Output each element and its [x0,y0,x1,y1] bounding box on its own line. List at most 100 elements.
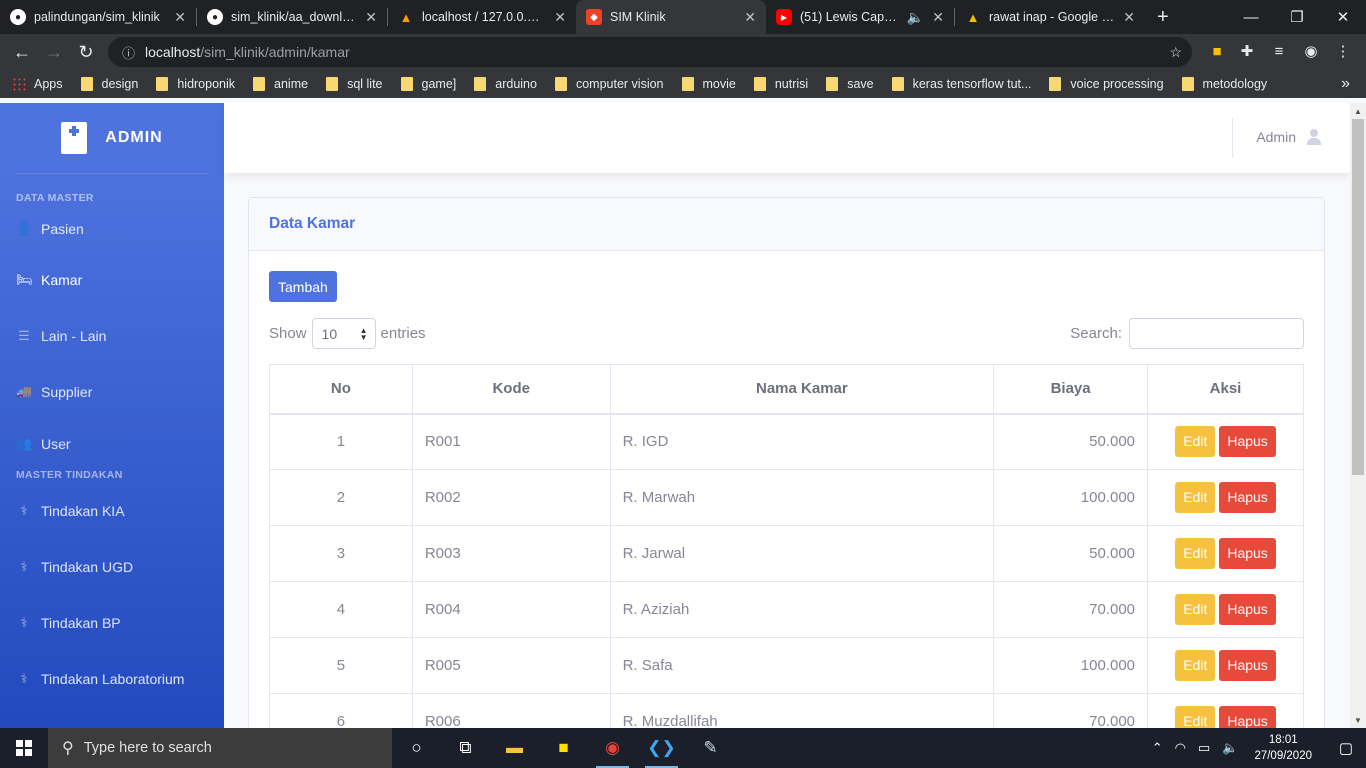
sidebar-item-user[interactable]: 👥 User [0,420,224,468]
hapus-button[interactable]: Hapus [1219,426,1276,458]
column-header-kode[interactable]: Kode [411,364,611,415]
edit-button[interactable]: Edit [1175,426,1216,458]
browser-tab[interactable]: ● palindungan/sim_klinik ✕ [0,0,196,34]
close-tab-icon[interactable]: ✕ [744,9,756,26]
clock-time: 18:01 [1268,734,1298,746]
bookmark-folder[interactable]: nutrisi [753,77,808,91]
bookmark-folder[interactable]: metodology [1181,77,1267,91]
menu-icon[interactable]: ⋮ [1328,36,1358,66]
bookmark-folder[interactable]: movie [681,77,736,91]
volume-icon[interactable]: 🔈 [1222,740,1238,756]
task-view-icon[interactable]: ⧉ [441,728,490,768]
folder-icon [753,77,766,91]
scrollbar-thumb[interactable] [1352,119,1364,475]
hapus-button[interactable]: Hapus [1219,538,1276,569]
bookmark-apps[interactable]: Apps [12,77,63,91]
hapus-button[interactable]: Hapus [1219,594,1276,625]
close-tab-icon[interactable]: ✕ [365,9,377,26]
forward-icon[interactable]: → [38,36,70,68]
hapus-button[interactable]: Hapus [1219,650,1276,681]
entries-select[interactable]: 10 ▲ ▼ [311,318,376,349]
page-scrollbar[interactable]: ▲ ▼ [1350,103,1366,728]
back-icon[interactable]: ← [6,36,38,68]
bookmark-star-icon[interactable]: ☆ [1169,44,1182,61]
media-control-icon[interactable]: ≡ [1264,36,1294,66]
edit-button[interactable]: Edit [1175,594,1216,625]
cortana-icon[interactable]: ○ [392,728,441,768]
sidebar-item-pasien[interactable]: 👤 Pasien [0,206,224,252]
address-bar[interactable]: ⓘ localhost/sim_klinik/admin/kamar ☆ [108,37,1192,67]
search-input[interactable] [1129,318,1304,349]
hapus-button[interactable]: Hapus [1219,482,1276,513]
sidebar-item-tindakan-laboratorium[interactable]: ⚕ Tindakan Laboratorium [0,651,224,707]
sidebar-item-tindakan-ugd[interactable]: ⚕ Tindakan UGD [0,539,224,595]
edit-button[interactable]: Edit [1175,482,1216,513]
bookmark-folder[interactable]: game] [400,77,456,91]
bookmark-folder[interactable]: save [826,77,874,91]
browser-tab[interactable]: ▲ rawat inap - Google Dri ✕ [955,0,1145,34]
scroll-down-icon[interactable]: ▼ [1354,716,1362,725]
taskbar-clock[interactable]: 18:01 27/09/2020 [1254,732,1312,764]
system-tray: ⌃ ◠ ▭ 🔈 18:01 27/09/2020 ▢ [1152,728,1366,768]
bookmark-folder[interactable]: arduino [474,77,537,91]
bookmark-folder[interactable]: anime [253,77,308,91]
wifi-icon[interactable]: ◠ [1175,740,1186,756]
minimize-icon[interactable]: — [1228,0,1274,34]
sidebar-item-label: Tindakan Laboratorium [41,671,185,687]
file-explorer-icon[interactable]: ▬ [490,728,539,768]
paint-icon[interactable]: ✎ [686,728,735,768]
column-header-no[interactable]: No [269,364,413,415]
cell-kode: R006 [411,693,611,728]
edit-button[interactable]: Edit [1175,650,1216,681]
taskbar-search[interactable]: ⚲ Type here to search [48,728,392,768]
close-window-icon[interactable]: ✕ [1320,0,1366,34]
browser-tab[interactable]: ▶ (51) Lewis Capaldi - 🔈 ✕ [766,0,954,34]
show-hidden-icons-icon[interactable]: ⌃ [1152,740,1163,756]
bookmarks-overflow-icon[interactable]: » [1341,75,1350,93]
close-tab-icon[interactable]: ✕ [1123,9,1135,26]
puzzle-extensions-icon[interactable]: ✚ [1232,36,1262,66]
tambah-button[interactable]: Tambah [269,271,337,302]
sidebar-item-label: Tindakan KIA [41,503,125,519]
close-tab-icon[interactable]: ✕ [554,9,566,26]
new-tab-button[interactable]: + [1145,6,1181,29]
notifications-icon[interactable]: ▢ [1326,739,1366,757]
bookmark-folder[interactable]: voice processing [1049,77,1164,91]
info-icon[interactable]: ⓘ [122,43,135,62]
scroll-up-icon[interactable]: ▲ [1354,107,1362,116]
bookmark-folder[interactable]: sql lite [326,77,383,91]
restore-icon[interactable]: ❐ [1274,0,1320,34]
reload-icon[interactable]: ↻ [70,36,102,68]
bookmark-folder[interactable]: keras tensorflow tut... [891,77,1031,91]
sidebar-item-lain-lain[interactable]: ☰ Lain - Lain [0,308,224,364]
column-header-biaya[interactable]: Biaya [993,364,1149,415]
column-header-nama-kamar[interactable]: Nama Kamar [609,364,995,415]
speaker-icon[interactable]: 🔈 [907,9,924,26]
chrome-icon[interactable]: ◉ [588,728,637,768]
sidebar-item-kamar[interactable]: 🛏 Kamar [0,252,224,308]
hapus-button[interactable]: Hapus [1219,706,1276,728]
battery-icon[interactable]: ▭ [1198,740,1210,756]
sidebar-item-label: Pasien [41,221,84,237]
sidebar-item-tindakan-bp[interactable]: ⚕ Tindakan BP [0,595,224,651]
browser-tab[interactable]: ▲ localhost / 127.0.0.1 / s ✕ [388,0,576,34]
edit-button[interactable]: Edit [1175,538,1216,569]
edit-button[interactable]: Edit [1175,706,1216,728]
sticky-notes-icon[interactable]: ■ [539,728,588,768]
profile-avatar[interactable]: ◉ [1296,36,1326,66]
user-dropdown[interactable]: Admin [1256,129,1322,145]
start-button[interactable] [0,728,48,768]
close-tab-icon[interactable]: ✕ [932,9,944,26]
sidebar-brand[interactable]: ADMIN [0,103,224,173]
browser-tab-active[interactable]: ◆ SIM Klinik ✕ [576,0,766,34]
bookmark-folder[interactable]: hidroponik [156,77,235,91]
sidebar-item-supplier[interactable]: 🚚 Supplier [0,364,224,420]
close-tab-icon[interactable]: ✕ [174,9,186,26]
extension-icon[interactable]: ■ [1202,36,1232,66]
browser-tab[interactable]: ● sim_klinik/aa_download ✕ [197,0,387,34]
bookmark-folder[interactable]: design [80,77,138,91]
column-header-aksi[interactable]: Aksi [1147,364,1304,415]
bookmark-folder[interactable]: computer vision [554,77,664,91]
sidebar-item-tindakan-kia[interactable]: ⚕ Tindakan KIA [0,483,224,539]
vscode-icon[interactable]: ❮❯ [637,728,686,768]
